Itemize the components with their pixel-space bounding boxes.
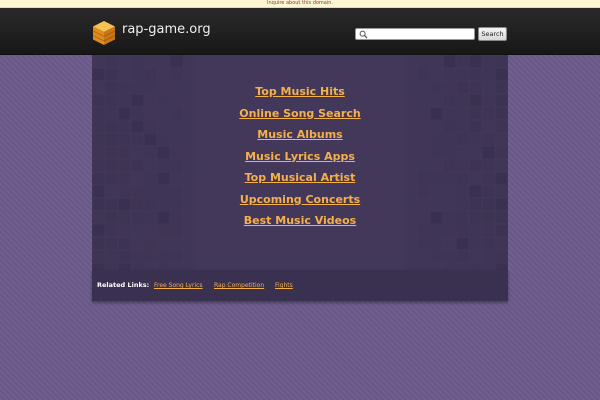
pattern-tile: [105, 55, 118, 68]
pattern-tile: [183, 237, 196, 250]
pattern-tile: [404, 68, 417, 81]
related-links-title: Related Links:: [97, 281, 150, 289]
pattern-tile: [469, 68, 482, 81]
pattern-tile: [417, 55, 430, 68]
pattern-tile: [183, 250, 196, 263]
pattern-tile: [105, 250, 118, 263]
pattern-tile: [456, 55, 469, 68]
pattern-tile: [469, 55, 482, 68]
pattern-tile: [404, 237, 417, 250]
pattern-tile: [157, 55, 170, 68]
pattern-tile: [92, 237, 105, 250]
pattern-tile: [495, 250, 508, 263]
pattern-tile: [92, 250, 105, 263]
main-link-music-lyrics-apps[interactable]: Music Lyrics Apps: [245, 146, 355, 168]
pattern-tile: [131, 250, 144, 263]
pattern-tile: [469, 237, 482, 250]
pattern-tile: [131, 237, 144, 250]
search-icon: [359, 30, 368, 39]
pattern-tile: [456, 68, 469, 81]
pattern-tile: [495, 68, 508, 81]
pattern-tile: [170, 237, 183, 250]
pattern-tile: [131, 55, 144, 68]
pattern-tile: [170, 250, 183, 263]
pattern-tile: [170, 55, 183, 68]
pattern-tile: [482, 250, 495, 263]
inquire-domain-link[interactable]: Inquire about this domain.: [267, 0, 333, 6]
pattern-tile: [144, 68, 157, 81]
search-button[interactable]: Search: [478, 27, 507, 41]
main-link-music-albums[interactable]: Music Albums: [257, 124, 342, 146]
pattern-tile: [144, 250, 157, 263]
main-link-list: Top Music Hits Online Song Search Music …: [92, 81, 508, 232]
pattern-tile: [482, 237, 495, 250]
pattern-tile: [170, 68, 183, 81]
search-box[interactable]: [355, 28, 475, 40]
pattern-tile: [144, 237, 157, 250]
pattern-tile: [417, 237, 430, 250]
main-link-online-song-search[interactable]: Online Song Search: [239, 103, 360, 125]
pattern-tile: [430, 237, 443, 250]
pattern-tile: [118, 55, 131, 68]
pattern-tile: [131, 68, 144, 81]
pattern-tile: [404, 55, 417, 68]
pattern-tile: [183, 68, 196, 81]
pattern-tile: [456, 237, 469, 250]
related-link-rap-competition[interactable]: Rap Competition: [214, 282, 264, 289]
pattern-tile: [469, 250, 482, 263]
related-links-bar: Related Links: Free Song Lyrics Rap Comp…: [92, 270, 508, 301]
pattern-tile: [495, 55, 508, 68]
pattern-tile: [495, 237, 508, 250]
pattern-tile: [92, 68, 105, 81]
pattern-tile: [482, 55, 495, 68]
pattern-tile: [118, 250, 131, 263]
pattern-tile: [404, 250, 417, 263]
pattern-tile: [157, 250, 170, 263]
stacked-cube-icon[interactable]: [92, 20, 116, 46]
pattern-tile: [482, 68, 495, 81]
pattern-tile: [417, 68, 430, 81]
pattern-tile: [157, 68, 170, 81]
pattern-tile: [183, 55, 196, 68]
main-link-upcoming-concerts[interactable]: Upcoming Concerts: [240, 189, 360, 211]
pattern-tile: [430, 68, 443, 81]
pattern-tile: [456, 250, 469, 263]
main-link-top-musical-artist[interactable]: Top Musical Artist: [245, 167, 356, 189]
pattern-tile: [443, 68, 456, 81]
pattern-tile: [105, 68, 118, 81]
main-link-panel: Top Music Hits Online Song Search Music …: [92, 55, 508, 270]
pattern-tile: [118, 68, 131, 81]
pattern-tile: [157, 237, 170, 250]
pattern-tile: [417, 250, 430, 263]
pattern-tile: [443, 55, 456, 68]
pattern-tile: [430, 55, 443, 68]
search-input[interactable]: [370, 29, 470, 39]
main-link-best-music-videos[interactable]: Best Music Videos: [244, 210, 356, 232]
pattern-tile: [105, 237, 118, 250]
pattern-tile: [443, 250, 456, 263]
related-link-free-song-lyrics[interactable]: Free Song Lyrics: [154, 282, 203, 289]
site-header: rap-game.org Search: [0, 8, 600, 55]
main-link-top-music-hits[interactable]: Top Music Hits: [255, 81, 345, 103]
pattern-tile: [144, 55, 157, 68]
pattern-tile: [443, 237, 456, 250]
inquire-domain-bar[interactable]: Inquire about this domain.: [0, 0, 600, 8]
pattern-tile: [92, 55, 105, 68]
related-link-fights[interactable]: Fights: [275, 282, 293, 289]
pattern-tile: [430, 250, 443, 263]
site-name[interactable]: rap-game.org: [122, 22, 211, 38]
pattern-tile: [118, 237, 131, 250]
